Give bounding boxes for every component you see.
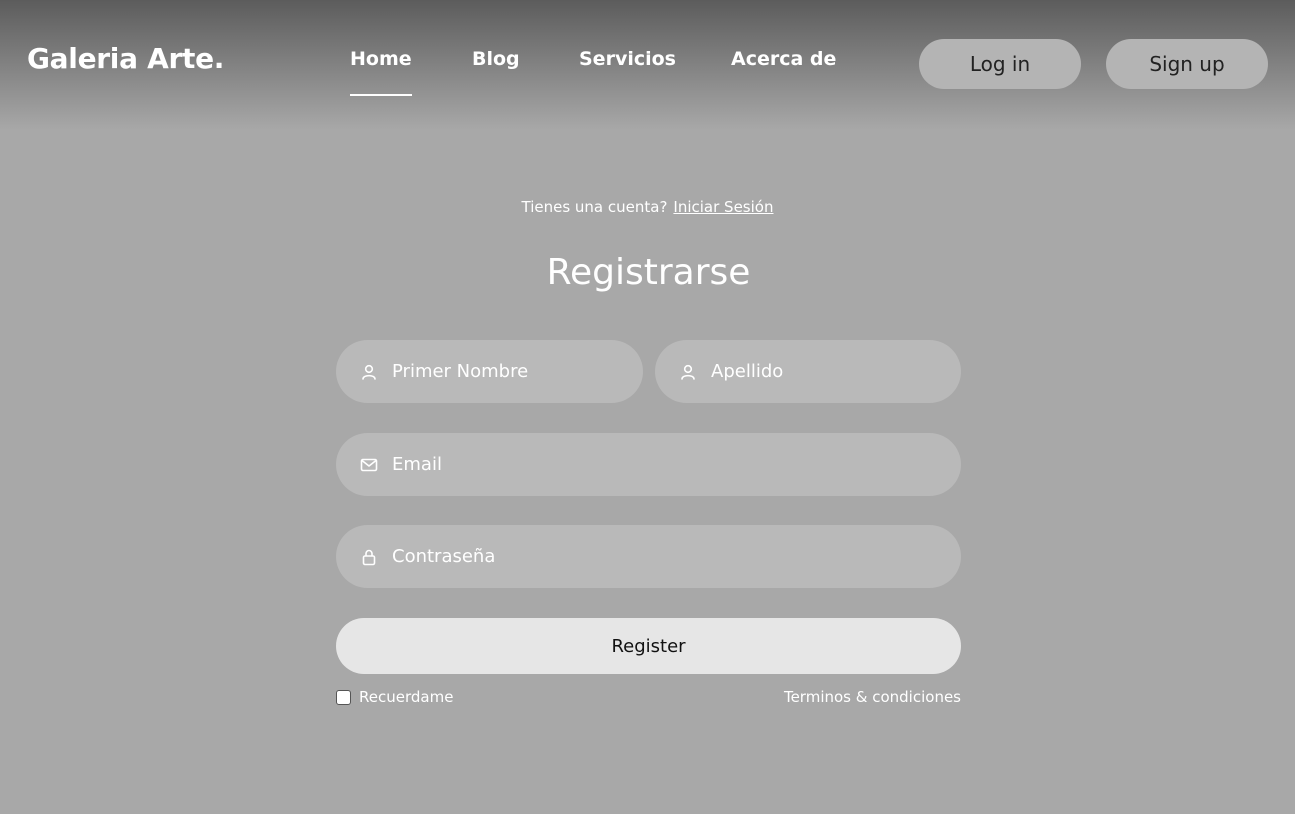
password-field[interactable] [336, 525, 961, 588]
main-nav: Home Blog Servicios Acerca de [0, 48, 1295, 96]
first-name-input[interactable] [392, 361, 619, 382]
page-title: Registrarse [546, 252, 751, 293]
email-input[interactable] [392, 454, 873, 475]
password-input[interactable] [392, 546, 873, 567]
nav-link-servicios[interactable]: Servicios [579, 48, 676, 70]
nav-link-home[interactable]: Home [350, 48, 412, 96]
terms-link[interactable]: Terminos & condiciones [784, 688, 961, 706]
nav-link-acerca-de[interactable]: Acerca de [731, 48, 836, 70]
nav-link-blog[interactable]: Blog [472, 48, 520, 70]
mail-icon [360, 458, 378, 471]
register-button[interactable]: Register [336, 618, 961, 674]
email-field[interactable] [336, 433, 961, 496]
last-name-field[interactable] [655, 340, 961, 403]
user-icon [681, 364, 695, 380]
user-icon [362, 364, 376, 380]
first-name-field[interactable] [336, 340, 643, 403]
login-button[interactable]: Log in [919, 39, 1081, 89]
login-link[interactable]: Iniciar Sesión [673, 198, 773, 216]
remember-label: Recuerdame [359, 688, 454, 706]
have-account-line: Tienes una cuenta? Iniciar Sesión [0, 198, 1295, 216]
remember-checkbox[interactable] [336, 689, 351, 705]
remember-me[interactable]: Recuerdame [336, 688, 453, 706]
have-account-text: Tienes una cuenta? [521, 198, 668, 216]
lock-icon [362, 549, 376, 565]
last-name-input[interactable] [711, 361, 937, 382]
signup-button[interactable]: Sign up [1106, 39, 1268, 89]
